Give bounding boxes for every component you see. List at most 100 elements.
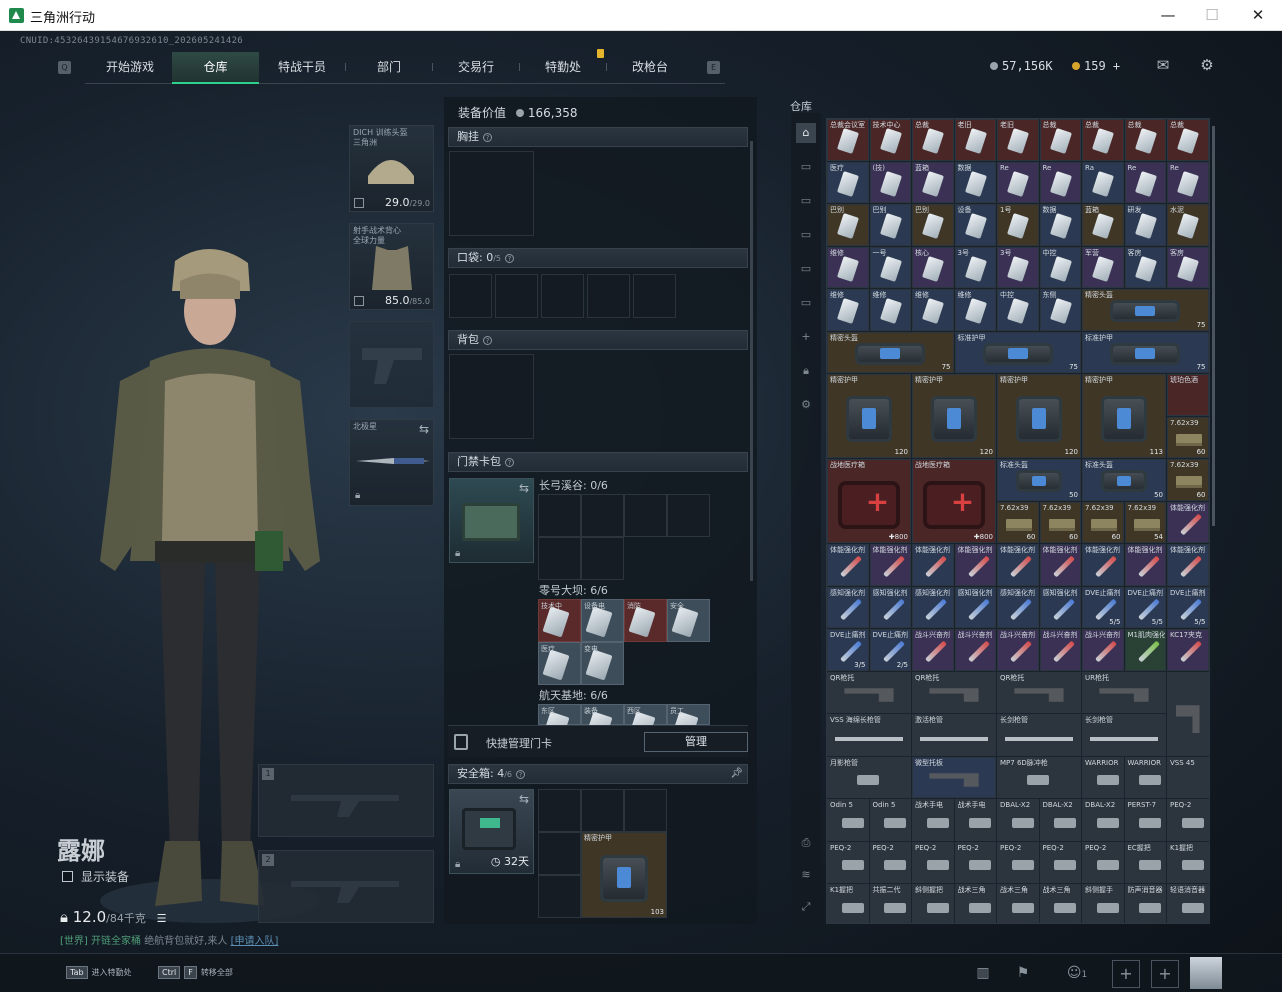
syringe-item[interactable]: KC17夹克 bbox=[1167, 629, 1209, 671]
keycard-cell[interactable] bbox=[581, 494, 624, 537]
armor-item[interactable]: 精密护甲 120 bbox=[997, 374, 1081, 458]
swap-icon[interactable]: ⇆ bbox=[419, 422, 429, 436]
syringe-item[interactable]: 感知强化剂 bbox=[869, 586, 911, 628]
show-equipment-checkbox[interactable] bbox=[62, 871, 73, 882]
attachment-item[interactable]: PEQ-2 bbox=[997, 841, 1039, 883]
barrel-item[interactable]: VSS 海绵长枪管 bbox=[827, 714, 911, 756]
minimize-button[interactable]: — bbox=[1153, 4, 1183, 26]
armor-item[interactable]: 精密护甲 120 bbox=[827, 374, 911, 458]
settings-icon[interactable]: ⚙ bbox=[796, 395, 816, 415]
magazine-item[interactable]: VSS 45 bbox=[1167, 756, 1209, 798]
pocket-slot[interactable] bbox=[587, 274, 630, 318]
warehouse-page-icon[interactable]: ▭ bbox=[796, 157, 816, 177]
keycard-item[interactable]: 3号 bbox=[997, 246, 1039, 288]
syringe-item[interactable]: 体能强化剂 bbox=[997, 544, 1039, 586]
keycard-cell[interactable] bbox=[581, 537, 624, 580]
list-icon[interactable]: ☰ bbox=[157, 912, 167, 925]
keycard-item[interactable]: Re bbox=[1167, 161, 1209, 203]
mail-icon[interactable]: ✉ bbox=[1153, 55, 1173, 75]
armor-item[interactable]: 标准护甲 75 bbox=[954, 331, 1081, 373]
attachment-item[interactable]: 战术三角 bbox=[1039, 884, 1081, 923]
attachment-item[interactable]: 战术三角 bbox=[954, 884, 996, 923]
keycard-item[interactable]: 老旧 bbox=[997, 119, 1039, 161]
keycard-item[interactable]: Ra bbox=[1082, 161, 1124, 203]
safe-box-cell[interactable] bbox=[538, 789, 581, 832]
attachment-item[interactable]: MP7 6D脉冲枪 bbox=[997, 756, 1081, 798]
keycard-item[interactable]: 蓝箱 bbox=[1082, 204, 1124, 246]
attachment-item[interactable]: PEQ-2 bbox=[1167, 799, 1209, 841]
secondary-weapon-slot[interactable]: 2 bbox=[258, 850, 434, 923]
syringe-item[interactable]: 感知强化剂 bbox=[1039, 586, 1081, 628]
keycard-cell[interactable] bbox=[667, 494, 710, 537]
safe-box-cell[interactable] bbox=[538, 832, 581, 875]
show-equipment-toggle[interactable]: 显示装备 bbox=[62, 868, 129, 885]
keycard-item[interactable]: 医疗 bbox=[538, 642, 581, 685]
keycard-item[interactable]: 数据 bbox=[1039, 204, 1081, 246]
tab-trading[interactable]: 交易行 bbox=[433, 52, 519, 84]
keycard-item[interactable]: 设备 bbox=[954, 204, 996, 246]
syringe-item[interactable]: 体能强化剂 bbox=[869, 544, 911, 586]
syringe-item[interactable]: DVE止痛剂 5/5 bbox=[1082, 586, 1124, 628]
keycard-item[interactable]: 技术中心 bbox=[869, 119, 911, 161]
syringe-item[interactable]: 体能强化剂 bbox=[827, 544, 869, 586]
attachment-item[interactable]: PEQ-2 bbox=[827, 841, 869, 883]
attachment-item[interactable]: PEQ-2 bbox=[869, 841, 911, 883]
keycard-item[interactable]: 总裁 bbox=[1039, 119, 1081, 161]
syringe-item[interactable]: 感知强化剂 bbox=[827, 586, 869, 628]
consumable-item[interactable]: 琥珀色酒 bbox=[1167, 374, 1209, 416]
armor-item[interactable]: 精密护甲 120 bbox=[912, 374, 996, 458]
syringe-item[interactable]: 体能强化剂 bbox=[1124, 544, 1166, 586]
hotkey-special-ops[interactable]: Tab 进入特勤处 bbox=[66, 966, 132, 979]
flag-icon[interactable]: ⚑ bbox=[1012, 962, 1034, 984]
nav-next-key-icon[interactable]: E bbox=[707, 61, 720, 74]
backpack-slot[interactable] bbox=[449, 354, 534, 439]
attachment-item[interactable]: PEQ-2 bbox=[1082, 841, 1124, 883]
barrel-item[interactable]: 长剑枪管 bbox=[997, 714, 1081, 756]
keycard-item[interactable]: 东区 bbox=[538, 704, 581, 725]
keycard-item[interactable]: 老旧 bbox=[954, 119, 996, 161]
invite-slot-button[interactable]: + bbox=[1112, 960, 1140, 988]
syringe-item[interactable]: 体能强化剂 bbox=[954, 544, 996, 586]
stock-item[interactable] bbox=[1167, 671, 1209, 756]
syringe-item[interactable]: M1肌肉强化 bbox=[1124, 629, 1166, 671]
barrel-item[interactable]: 激活枪管 bbox=[912, 714, 996, 756]
attachment-item[interactable]: Odin 5 bbox=[827, 799, 869, 841]
attachment-item[interactable]: PEQ-2 bbox=[1039, 841, 1081, 883]
tab-start-game[interactable]: 开始游戏 bbox=[88, 52, 172, 84]
loadout-scrollbar[interactable] bbox=[750, 141, 753, 581]
stock-item[interactable]: QR枪托 bbox=[827, 671, 911, 713]
keycard-item[interactable]: 西区 bbox=[624, 704, 667, 725]
ticket-balance[interactable]: 159 + bbox=[1072, 59, 1120, 73]
pistol-slot[interactable] bbox=[349, 321, 434, 408]
pin-icon[interactable]: 📌︎ bbox=[730, 765, 743, 783]
keycard-item[interactable]: 1号 bbox=[997, 204, 1039, 246]
warehouse-page-icon[interactable]: ▭ bbox=[796, 259, 816, 279]
syringe-item[interactable]: 战斗兴奋剂 bbox=[912, 629, 954, 671]
lock-icon[interactable]: 🔒︎ bbox=[796, 361, 816, 381]
keycard-item[interactable]: 研发 bbox=[1124, 204, 1166, 246]
attachment-item[interactable]: WARRIOR bbox=[1124, 756, 1166, 798]
warehouse-home-icon[interactable]: ⌂ bbox=[796, 123, 816, 143]
syringe-item[interactable]: 体能强化剂 bbox=[1082, 544, 1124, 586]
keycard-cell[interactable] bbox=[624, 494, 667, 537]
attachment-item[interactable]: 战术手电 bbox=[954, 799, 996, 841]
keycard-item[interactable]: 维修 bbox=[827, 246, 869, 288]
melee-slot[interactable]: 北极星 ⇆ 🔒︎ bbox=[349, 419, 434, 506]
swap-icon[interactable]: ⇆ bbox=[519, 481, 529, 495]
keycard-item[interactable]: 总裁 bbox=[1082, 119, 1124, 161]
attachment-item[interactable]: Odin 5 bbox=[869, 799, 911, 841]
tab-special-ops[interactable]: 特勤处 bbox=[520, 52, 606, 84]
helmet-item[interactable]: 标准头盔 50 bbox=[1082, 459, 1166, 501]
attachment-item[interactable]: K1握把 bbox=[827, 884, 869, 923]
syringe-item[interactable]: DVE止痛剂 3/5 bbox=[827, 629, 869, 671]
keycard-item[interactable]: Re bbox=[1039, 161, 1081, 203]
keycard-item[interactable]: 客房 bbox=[1167, 246, 1209, 288]
chest-rig-slot[interactable] bbox=[449, 151, 534, 236]
keycard-cell[interactable] bbox=[538, 537, 581, 580]
ammo-item[interactable]: 7.62x39 60 bbox=[1167, 416, 1209, 458]
ammo-item[interactable]: 7.62x39 60 bbox=[1167, 459, 1209, 501]
primary-weapon-slot[interactable]: 1 bbox=[258, 764, 434, 837]
safe-box-item[interactable]: 精密护甲 103 bbox=[581, 832, 667, 918]
attachment-item[interactable]: 斜侧握手 bbox=[1082, 884, 1124, 923]
attachment-item[interactable]: 月影枪管 bbox=[827, 756, 911, 798]
